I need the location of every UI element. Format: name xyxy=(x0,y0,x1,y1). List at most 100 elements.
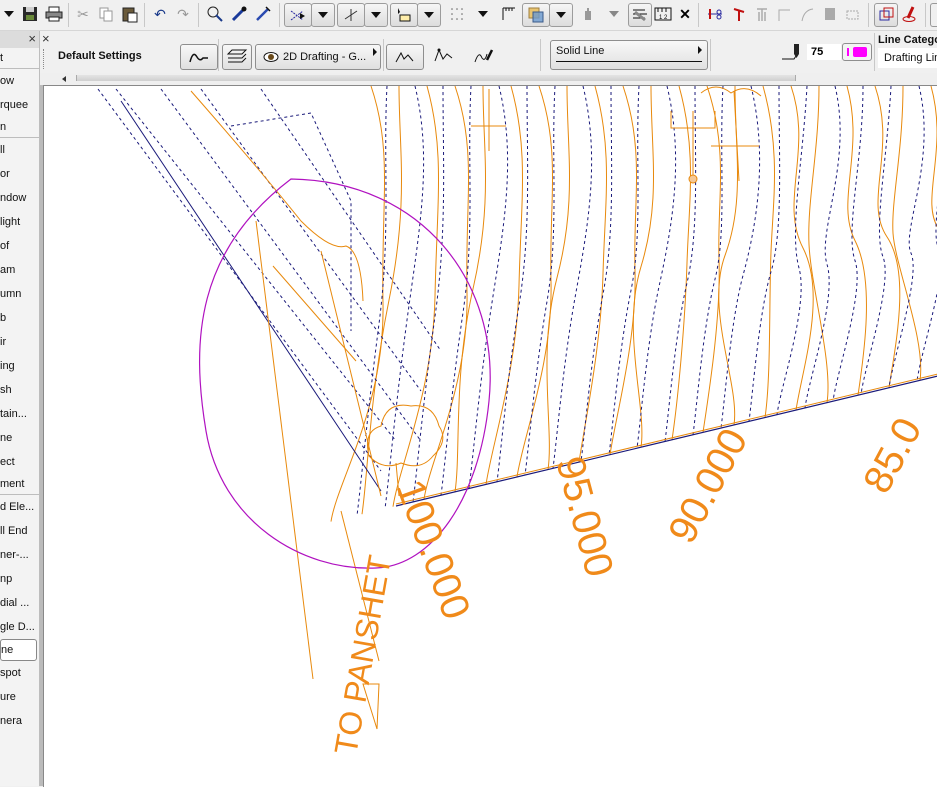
chevron-down-icon xyxy=(371,12,381,18)
trim-button[interactable] xyxy=(337,3,365,27)
freehand-mode-button[interactable] xyxy=(472,44,496,68)
pen-marker-button[interactable] xyxy=(898,3,920,25)
grid-snap-button[interactable] xyxy=(446,3,468,25)
drawing-canvas[interactable]: 100.000 95.000 90.000 85.0 TO PANSHET xyxy=(43,85,937,787)
palette-tool-item[interactable]: ow xyxy=(0,69,39,93)
dashed-contour-line xyxy=(496,86,529,482)
layers-button[interactable] xyxy=(522,3,550,27)
contour-line xyxy=(808,86,829,403)
palette-tool-item[interactable]: ect xyxy=(0,450,39,474)
offset-button[interactable] xyxy=(752,3,772,25)
gravity-dropdown[interactable] xyxy=(311,3,335,27)
geometry-method-button[interactable] xyxy=(180,44,218,70)
paste-button[interactable] xyxy=(120,3,140,25)
palette-category[interactable]: n xyxy=(0,117,39,138)
palette-tool-item[interactable]: gle D... xyxy=(0,615,39,639)
elevation-button[interactable] xyxy=(578,3,598,25)
redo-button[interactable]: ↷ xyxy=(173,3,193,25)
resize-icon xyxy=(846,10,859,20)
trim-dropdown[interactable] xyxy=(364,3,388,27)
palette-tool-item[interactable]: ll xyxy=(0,138,39,162)
layer-selector[interactable]: 2D Drafting - G... xyxy=(255,44,381,70)
fillet-button[interactable] xyxy=(774,3,794,25)
floor-plan-drawing[interactable]: 100.000 95.000 90.000 85.0 TO PANSHET xyxy=(44,86,937,787)
split-button[interactable] xyxy=(704,3,726,25)
dashed-contour-line xyxy=(636,86,677,449)
dashed-slope-line xyxy=(160,88,422,442)
palette-tool-item[interactable]: nera xyxy=(0,709,39,733)
find-select-button[interactable] xyxy=(204,3,226,25)
palette-tool-item[interactable]: light xyxy=(0,210,39,234)
pen-color-button[interactable] xyxy=(842,43,872,61)
palette-close-button[interactable]: × xyxy=(28,31,36,46)
pen-number-field[interactable]: 75 xyxy=(807,44,841,60)
gravity-button[interactable] xyxy=(284,3,312,27)
scroll-thumb[interactable] xyxy=(76,75,796,81)
line-type-selector[interactable]: Solid Line xyxy=(550,40,708,70)
contour-line xyxy=(671,86,691,440)
close-x-button[interactable]: ✕ xyxy=(677,3,693,25)
layer-stack-button[interactable] xyxy=(222,44,252,70)
contour-line xyxy=(762,86,775,418)
elevation-dropdown[interactable] xyxy=(606,3,622,25)
palette-tool-item[interactable]: dial ... xyxy=(0,591,39,615)
tree-icon xyxy=(367,404,444,467)
menu-dropdown-button[interactable] xyxy=(2,3,16,25)
ruler-button[interactable] xyxy=(498,3,520,25)
palette-category[interactable]: ment xyxy=(0,474,39,495)
grid-dots-icon xyxy=(451,8,463,20)
copy-button[interactable] xyxy=(96,3,116,25)
spline-mode-button[interactable] xyxy=(432,44,456,68)
palette-tool-item[interactable]: umn xyxy=(0,282,39,306)
palette-category[interactable]: t xyxy=(0,48,39,69)
adjust-button[interactable] xyxy=(728,3,750,25)
layers-dropdown[interactable] xyxy=(549,3,573,27)
save-button[interactable] xyxy=(20,3,40,25)
palette-tool-item[interactable]: ndow xyxy=(0,186,39,210)
palette-tool-item[interactable]: ure xyxy=(0,685,39,709)
palette-tool-item[interactable]: ing xyxy=(0,354,39,378)
dashed-contour-line xyxy=(412,86,445,502)
palette-tool-item[interactable]: of xyxy=(0,234,39,258)
palette-tool-item[interactable]: ir xyxy=(0,330,39,354)
arc-button[interactable] xyxy=(797,3,817,25)
palette-tool-item[interactable]: ner-... xyxy=(0,543,39,567)
palette-tool-item[interactable]: am xyxy=(0,258,39,282)
palette-tool-item[interactable]: sh xyxy=(0,378,39,402)
marquee-icon xyxy=(398,8,411,22)
palette-tool-item[interactable]: b xyxy=(0,306,39,330)
undo-button[interactable]: ↶ xyxy=(150,3,170,25)
dimension-button[interactable]: 1 2 xyxy=(652,3,674,25)
cut-button[interactable]: ✂ xyxy=(74,3,92,25)
palette-tool-item[interactable]: d Ele... xyxy=(0,495,39,519)
section-tools-button[interactable] xyxy=(628,3,652,27)
palette-tool-item[interactable]: np xyxy=(0,567,39,591)
pen-color-tick xyxy=(847,48,849,56)
edit-selection-button[interactable] xyxy=(874,3,898,27)
info-box-close-button[interactable]: × xyxy=(42,31,50,46)
palette-tool-item[interactable]: or xyxy=(0,162,39,186)
palette-tool-item[interactable]: rquee xyxy=(0,93,39,117)
scroll-left-arrow[interactable] xyxy=(62,76,66,82)
horizontal-scrollbar[interactable] xyxy=(40,73,937,85)
toolbar-overflow[interactable] xyxy=(930,3,937,27)
resize-button[interactable] xyxy=(843,3,863,25)
marquee-button[interactable] xyxy=(390,3,418,27)
chevron-down-icon xyxy=(318,12,328,18)
palette-tool-item[interactable]: ne xyxy=(0,639,37,661)
explode-button[interactable] xyxy=(820,3,840,25)
palette-tool-item[interactable]: ll End xyxy=(0,519,39,543)
palette-tool-item[interactable]: spot xyxy=(0,661,39,685)
grid-dropdown[interactable] xyxy=(476,3,490,25)
line-category-select[interactable]: Drafting Lin xyxy=(878,48,937,68)
polyline-mode-button[interactable] xyxy=(386,44,424,70)
inject-parameters-button[interactable] xyxy=(252,3,274,25)
chevron-right-icon xyxy=(698,46,702,54)
drag-handle[interactable] xyxy=(43,49,46,69)
pick-up-parameters-button[interactable] xyxy=(228,3,250,25)
info-box: × Default Settings 2D Drafting - G... So… xyxy=(40,31,937,74)
marquee-dropdown[interactable] xyxy=(417,3,441,27)
palette-tool-item[interactable]: tain... xyxy=(0,402,39,426)
palette-tool-item[interactable]: ne xyxy=(0,426,39,450)
print-button[interactable] xyxy=(43,3,65,25)
